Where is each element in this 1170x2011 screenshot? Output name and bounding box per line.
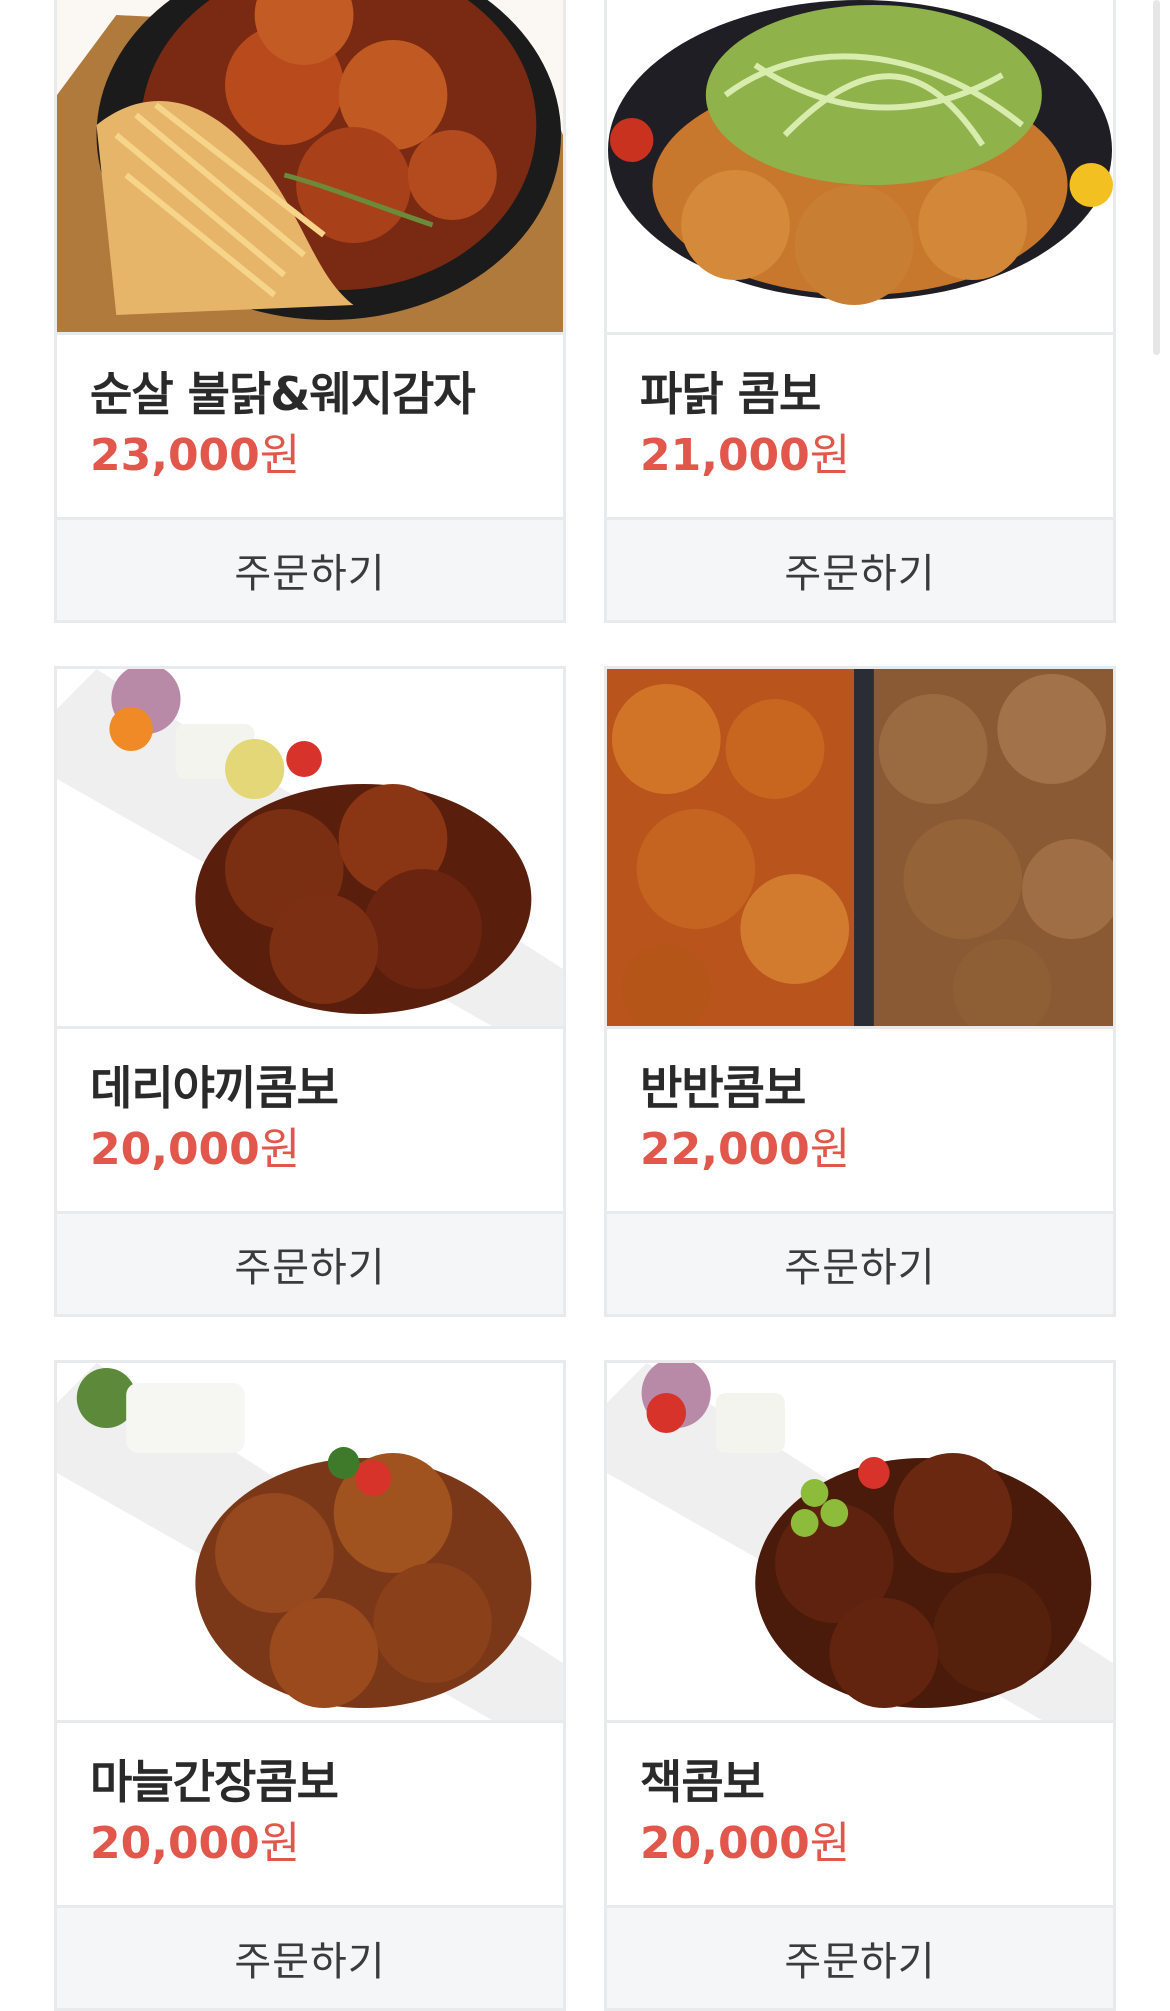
menu-price: 21,000원	[640, 429, 851, 481]
menu-name: 데리야끼콤보	[90, 1061, 339, 1115]
order-button[interactable]: 주문하기	[607, 1905, 1113, 2008]
menu-info: 데리야끼콤보 20,000원	[57, 1029, 563, 1211]
green-onion-chicken-photo	[607, 0, 1113, 335]
order-button[interactable]: 주문하기	[57, 517, 563, 620]
menu-card[interactable]: 데리야끼콤보 20,000원 주문하기	[54, 666, 566, 1317]
order-button[interactable]: 주문하기	[57, 1905, 563, 2008]
menu-price: 20,000원	[90, 1817, 301, 1869]
garlic-soy-chicken-photo	[57, 1363, 563, 1723]
order-button[interactable]: 주문하기	[57, 1211, 563, 1314]
menu-info: 잭콤보 20,000원	[607, 1723, 1113, 1905]
chicken-wedge-potato-photo	[57, 0, 563, 335]
menu-price: 22,000원	[640, 1123, 851, 1175]
menu-info: 순살 불닭&웨지감자 23,000원	[57, 335, 563, 517]
menu-info: 마늘간장콤보 20,000원	[57, 1723, 563, 1905]
menu-card[interactable]: 순살 불닭&웨지감자 23,000원 주문하기	[54, 0, 566, 623]
menu-card[interactable]: 마늘간장콤보 20,000원 주문하기	[54, 1360, 566, 2011]
scrollbar[interactable]	[1153, 0, 1160, 355]
menu-info: 파닭 콤보 21,000원	[607, 335, 1113, 517]
menu-name: 잭콤보	[640, 1755, 765, 1809]
menu-name: 반반콤보	[640, 1061, 806, 1115]
menu-name: 마늘간장콤보	[90, 1755, 339, 1809]
menu-card[interactable]: 잭콤보 20,000원 주문하기	[604, 1360, 1116, 2011]
teriyaki-chicken-photo	[57, 669, 563, 1029]
menu-card[interactable]: 반반콤보 22,000원 주문하기	[604, 666, 1116, 1317]
menu-card[interactable]: 파닭 콤보 21,000원 주문하기	[604, 0, 1116, 623]
order-button[interactable]: 주문하기	[607, 517, 1113, 620]
menu-name: 순살 불닭&웨지감자	[90, 367, 476, 421]
menu-price: 20,000원	[640, 1817, 851, 1869]
jack-chicken-photo	[607, 1363, 1113, 1723]
menu-info: 반반콤보 22,000원	[607, 1029, 1113, 1211]
order-button[interactable]: 주문하기	[607, 1211, 1113, 1314]
half-half-chicken-photo	[607, 669, 1113, 1029]
menu-price: 20,000원	[90, 1123, 301, 1175]
menu-price: 23,000원	[90, 429, 301, 481]
menu-name: 파닭 콤보	[640, 367, 821, 421]
